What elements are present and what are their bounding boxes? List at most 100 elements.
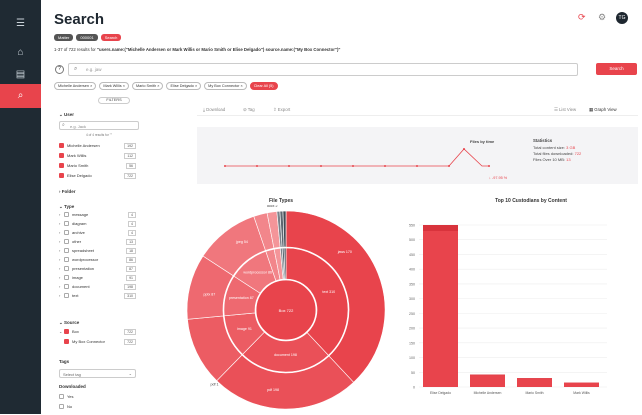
breadcrumb-matter-id[interactable]: 000001 — [76, 34, 97, 41]
filter-chips: Michelle Andersen × Mark Willis × Mario … — [54, 82, 278, 90]
checkbox[interactable] — [64, 284, 69, 289]
export-button[interactable]: ⇪ Export — [273, 107, 290, 113]
checkbox[interactable] — [64, 239, 69, 244]
list-view-button[interactable]: ☰ List View — [554, 107, 576, 113]
help-icon[interactable]: ? — [55, 65, 64, 74]
breadcrumb-search[interactable]: Search — [101, 34, 122, 41]
chevron-right-icon[interactable]: › — [59, 230, 60, 235]
user-row[interactable]: Mario Smith56 — [59, 163, 136, 169]
bar — [517, 378, 552, 387]
timeline-change: ↓ -97.95 % — [489, 176, 507, 180]
tag-select[interactable]: Select tag⌄ — [59, 369, 136, 378]
checkbox[interactable] — [64, 230, 69, 235]
statistics: Statistics Total content size: 3 GB Tota… — [533, 138, 581, 163]
sunburst-label: image 91 — [237, 327, 252, 331]
chip-user[interactable]: Mario Smith × — [132, 82, 164, 90]
chip-user[interactable]: Elise Delgado × — [166, 82, 201, 90]
search-input[interactable]: ⌕e.g. jaw — [68, 63, 578, 76]
type-row[interactable]: ›diagram4 — [59, 221, 136, 227]
chevron-right-icon[interactable]: › — [59, 248, 60, 253]
chevron-right-icon[interactable]: › — [59, 293, 60, 298]
type-row[interactable]: ›presentation87 — [59, 266, 136, 272]
user-row[interactable]: Mark Willis112 — [59, 153, 136, 159]
source-row[interactable]: ⌄Box722 — [59, 329, 136, 335]
nav-rail: ☰ ⌂ ▤ ⌕ — [0, 0, 41, 414]
menu-icon[interactable]: ☰ — [0, 17, 41, 31]
checkbox[interactable] — [64, 212, 69, 217]
downloaded-label: Downloaded — [59, 384, 86, 389]
checkbox[interactable] — [59, 153, 64, 158]
y-tick-label: 100 — [409, 356, 415, 360]
type-row[interactable]: ›document198 — [59, 284, 136, 290]
checkbox[interactable] — [64, 257, 69, 262]
results-toolbar: ⤓ Download ⊘ Tag ⇪ Export ☰ List View ▦ … — [197, 104, 638, 116]
type-row[interactable]: ›spreadsheet18 — [59, 248, 136, 254]
checkbox[interactable] — [64, 329, 69, 334]
chevron-right-icon[interactable]: › — [59, 257, 60, 262]
x-tick-label: Elise Delgado — [430, 391, 451, 395]
checkbox[interactable] — [64, 221, 69, 226]
bar-top — [423, 225, 458, 231]
x-tick-label: Michelle Andersen — [474, 391, 502, 395]
home-icon[interactable]: ⌂ — [0, 46, 41, 60]
checkbox[interactable] — [64, 248, 69, 253]
chevron-right-icon[interactable]: › — [59, 275, 60, 280]
chip-source[interactable]: My Box Connector × — [204, 82, 247, 90]
chip-user[interactable]: Michelle Andersen × — [54, 82, 96, 90]
folder-section-header[interactable]: › Folder — [59, 189, 76, 194]
search-button[interactable]: Search — [596, 63, 637, 75]
checkbox[interactable] — [59, 163, 64, 168]
tag-button[interactable]: ⊘ Tag — [243, 107, 255, 113]
checkbox[interactable] — [59, 173, 64, 178]
type-row[interactable]: ›other13 — [59, 239, 136, 245]
database-icon[interactable]: ▤ — [0, 68, 41, 82]
download-button[interactable]: ⤓ Download — [203, 107, 225, 112]
checkbox[interactable] — [59, 394, 64, 399]
breadcrumb-matter[interactable]: Matter — [54, 34, 73, 41]
chevron-right-icon[interactable]: › — [59, 221, 60, 226]
clear-all-button[interactable]: Clear All (5) — [250, 82, 278, 90]
checkbox[interactable] — [64, 339, 69, 344]
checkbox[interactable] — [59, 143, 64, 148]
chevron-right-icon[interactable]: › — [59, 284, 60, 289]
user-row[interactable]: Elise Delgado722 — [59, 173, 136, 179]
type-row[interactable]: ›archive4 — [59, 230, 136, 236]
downloaded-option[interactable]: Yes — [59, 394, 136, 400]
downloaded-option[interactable]: No — [59, 404, 136, 410]
x-tick-label: Mark Willis — [573, 391, 590, 395]
chevron-right-icon[interactable]: › — [59, 212, 60, 217]
search-icon[interactable]: ⌕ — [0, 89, 41, 103]
type-row[interactable]: ›text310 — [59, 293, 136, 299]
sunburst-outer-label: jpeg 54 — [235, 240, 248, 244]
search-icon: ⌕ — [62, 122, 65, 128]
graph-view-button[interactable]: ▦ Graph View — [589, 107, 617, 113]
user-row[interactable]: Michelle Andersen192 — [59, 143, 136, 149]
avatar[interactable]: TG — [616, 12, 628, 24]
type-row[interactable]: ›wordprocessor86 — [59, 257, 136, 263]
gear-icon[interactable]: ⚙ — [598, 12, 606, 23]
tags-label: Tags — [59, 359, 69, 364]
chevron-right-icon[interactable]: › — [59, 239, 60, 244]
search-icon: ⌕ — [74, 66, 77, 73]
chip-user[interactable]: Mark Willis × — [99, 82, 129, 90]
checkbox[interactable] — [64, 266, 69, 271]
type-row[interactable]: ›message4 — [59, 212, 136, 218]
user-section-header[interactable]: ⌄ User — [59, 112, 74, 118]
checkbox[interactable] — [64, 275, 69, 280]
sunburst-outer-label: pdf 1 — [210, 382, 218, 386]
sunburst-outer-label: docx 2 — [267, 205, 278, 208]
type-row[interactable]: ›image91 — [59, 275, 136, 281]
source-row[interactable]: My Box Connector722 — [59, 339, 136, 345]
chevron-right-icon[interactable]: › — [59, 266, 60, 271]
checkbox[interactable] — [59, 404, 64, 409]
user-search-input[interactable]: ⌕e.g. Jack — [59, 121, 139, 130]
chevron-down-icon[interactable]: ⌄ — [59, 329, 62, 334]
y-tick-label: 550 — [409, 224, 415, 228]
y-tick-label: 300 — [409, 297, 415, 301]
notification-icon[interactable]: ⟳ — [578, 12, 586, 23]
sunburst-label: presentation 87 — [229, 296, 254, 300]
custodians-title: Top 10 Custodians by Content — [466, 198, 596, 204]
checkbox[interactable] — [64, 293, 69, 298]
source-section-header[interactable]: ⌄ Source — [59, 320, 79, 326]
type-section-header[interactable]: ⌄ Type — [59, 204, 74, 210]
